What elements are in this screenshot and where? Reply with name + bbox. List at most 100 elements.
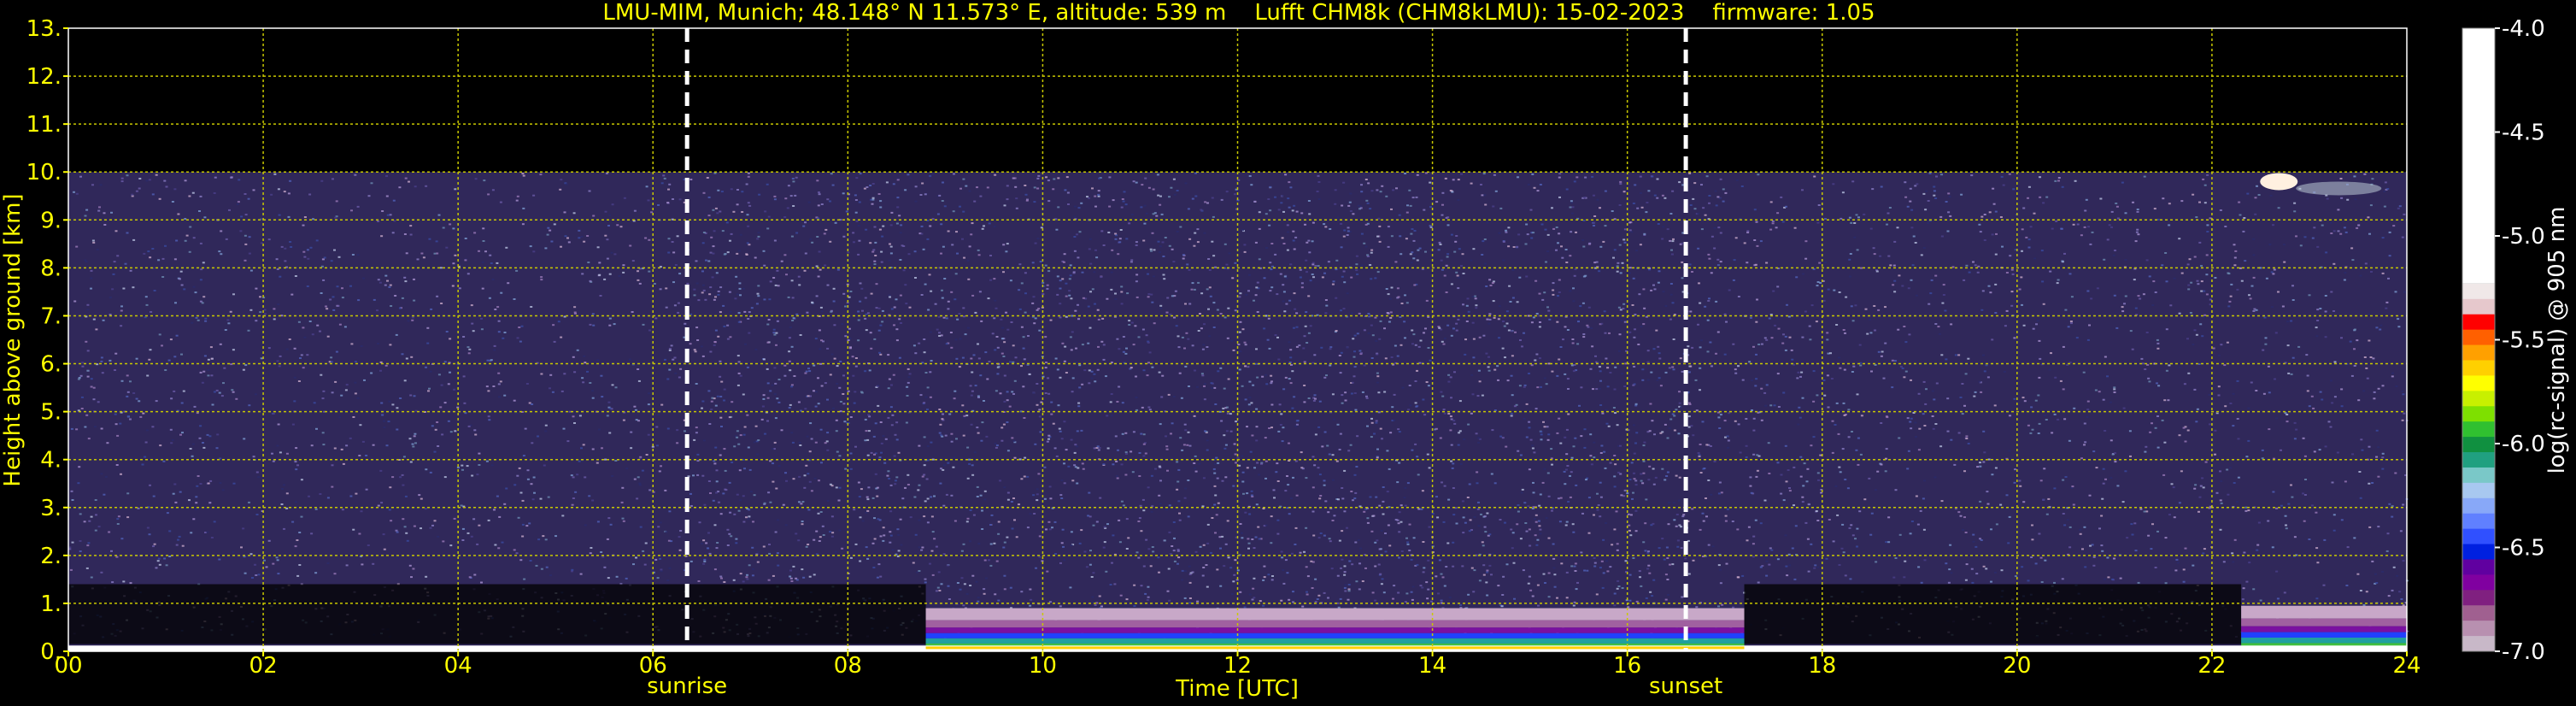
noise-pixel	[463, 402, 466, 404]
noise-pixel	[1903, 326, 1906, 327]
noise-pixel	[1573, 180, 1576, 183]
noise-pixel	[1740, 185, 1744, 187]
noise-pixel	[227, 322, 231, 325]
noise-pixel	[1488, 369, 1491, 372]
noise-pixel	[1701, 512, 1705, 515]
noise-pixel	[1609, 372, 1612, 374]
noise-pixel	[1707, 479, 1710, 481]
noise-pixel	[1642, 541, 1646, 544]
noise-pixel	[707, 260, 711, 262]
noise-pixel	[1438, 327, 1441, 329]
noise-pixel	[1457, 287, 1460, 290]
noise-pixel	[1979, 462, 1981, 464]
noise-pixel	[1513, 597, 1516, 600]
noise-pixel	[792, 565, 795, 568]
noise-pixel	[1562, 338, 1564, 341]
noise-pixel	[1988, 211, 1992, 214]
noise-pixel	[993, 317, 996, 320]
noise-pixel	[897, 550, 901, 552]
noise-pixel	[1553, 585, 1557, 588]
noise-pixel	[1018, 503, 1020, 506]
noise-pixel	[2066, 519, 2069, 521]
noise-pixel	[742, 433, 746, 436]
noise-pixel	[1931, 415, 1934, 417]
noise-pixel	[1840, 547, 1844, 550]
noise-pixel	[1339, 372, 1342, 374]
noise-pixel	[893, 455, 896, 457]
noise-pixel	[1002, 423, 1006, 426]
noise-pixel	[322, 390, 326, 392]
noise-pixel	[1822, 299, 1826, 302]
noise-pixel	[1166, 469, 1169, 472]
noise-pixel	[2383, 191, 2386, 192]
noise-pixel	[1477, 525, 1481, 527]
noise-pixel	[914, 533, 918, 536]
noise-pixel	[1458, 430, 1462, 432]
noise-pixel	[632, 563, 635, 566]
noise-pixel	[199, 371, 202, 374]
noise-pixel	[1982, 354, 1985, 356]
noise-pixel	[1606, 385, 1610, 388]
noise-pixel	[1206, 523, 1210, 526]
noise-pixel	[793, 375, 796, 377]
noise-pixel	[1516, 245, 1519, 248]
noise-pixel	[641, 469, 644, 472]
noise-pixel	[1221, 479, 1224, 482]
noise-pixel	[1243, 341, 1247, 344]
noise-pixel	[1946, 230, 1950, 232]
noise-pixel	[1830, 378, 1834, 379]
noise-pixel	[929, 562, 931, 565]
noise-pixel	[1137, 336, 1141, 338]
noise-pixel	[219, 343, 222, 345]
noise-pixel	[2013, 500, 2016, 503]
noise-pixel	[794, 194, 797, 197]
noise-pixel	[2254, 213, 2257, 215]
noise-pixel	[1570, 231, 1573, 233]
noise-pixel	[331, 391, 334, 394]
noise-pixel	[232, 482, 236, 485]
noise-pixel	[2074, 179, 2077, 182]
noise-pixel	[1475, 432, 1478, 435]
noise-pixel	[1450, 334, 1453, 337]
noise-pixel	[930, 496, 933, 498]
noise-pixel	[1446, 224, 1450, 227]
noise-pixel	[185, 234, 189, 237]
noise-pixel	[1891, 359, 1894, 362]
noise-pixel	[1851, 371, 1854, 373]
noise-pixel	[1147, 362, 1150, 364]
noise-pixel	[2057, 179, 2060, 182]
noise-pixel	[887, 354, 890, 356]
noise-pixel	[1142, 565, 1146, 568]
noise-pixel	[1595, 593, 1599, 596]
noise-pixel	[2183, 383, 2186, 385]
noise-pixel	[2315, 511, 2318, 514]
noise-pixel	[1291, 370, 1294, 373]
noise-pixel	[431, 524, 434, 527]
noise-pixel	[660, 403, 664, 406]
noise-pixel	[2242, 230, 2245, 232]
noise-pixel	[739, 434, 742, 437]
noise-pixel	[2172, 486, 2175, 489]
noise-pixel	[1409, 204, 1412, 207]
noise-pixel	[1441, 191, 1445, 194]
noise-pixel	[1241, 537, 1244, 539]
noise-pixel	[1036, 187, 1040, 190]
noise-pixel	[938, 332, 941, 334]
noise-pixel	[1551, 370, 1554, 373]
noise-pixel	[1411, 228, 1414, 230]
noise-pixel	[2243, 217, 2246, 219]
noise-pixel	[1204, 201, 1207, 203]
noise-pixel	[1235, 421, 1238, 423]
noise-pixel	[1787, 469, 1790, 471]
noise-pixel	[898, 215, 901, 217]
noise-pixel	[452, 227, 455, 230]
noise-pixel	[872, 435, 876, 438]
noise-pixel	[291, 423, 295, 426]
noise-pixel	[564, 263, 566, 266]
noise-pixel	[738, 287, 742, 290]
noise-pixel	[1093, 447, 1096, 450]
noise-pixel	[1901, 285, 1904, 287]
noise-pixel	[158, 197, 161, 200]
noise-pixel	[818, 191, 820, 193]
noise-pixel	[2293, 421, 2297, 424]
